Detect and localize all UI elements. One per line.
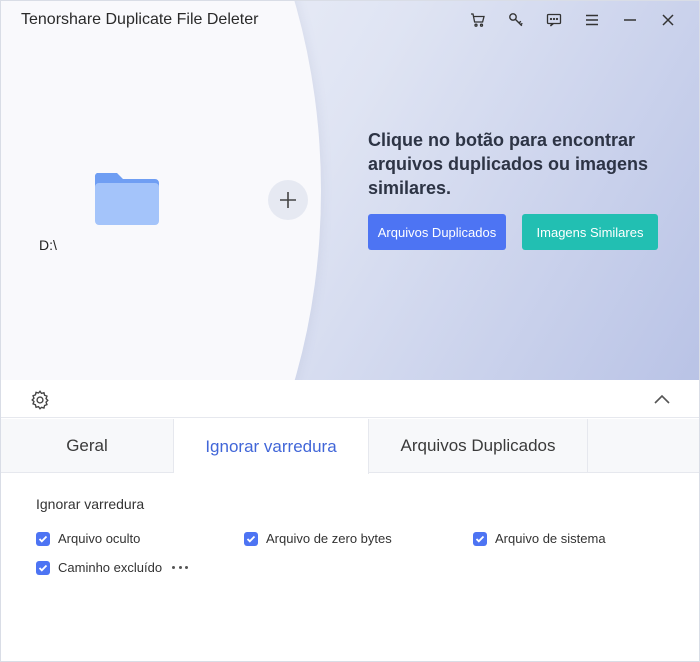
- duplicate-files-button[interactable]: Arquivos Duplicados: [368, 214, 506, 250]
- gear-icon[interactable]: [29, 389, 51, 411]
- option-hidden-file[interactable]: Arquivo oculto: [36, 531, 140, 546]
- feedback-icon[interactable]: [535, 9, 573, 31]
- checkbox-checked[interactable]: [244, 531, 258, 546]
- plus-icon: [280, 192, 296, 208]
- option-label: Arquivo de zero bytes: [266, 531, 392, 546]
- titlebar-controls: [459, 9, 687, 31]
- section-title: Ignorar varredura: [36, 496, 145, 512]
- tab-ignore-scan[interactable]: Ignorar varredura: [174, 419, 369, 474]
- option-label: Caminho excluído: [58, 560, 163, 575]
- option-system-file[interactable]: Arquivo de sistema: [473, 531, 606, 546]
- check-icon: [38, 564, 48, 572]
- folder-icon[interactable]: [93, 169, 161, 227]
- hero-headline: Clique no botão para encontrar arquivos …: [368, 130, 649, 198]
- option-excluded-path[interactable]: Caminho excluído: [36, 560, 189, 575]
- app-window: Tenorshare Duplicate File Deleter D:\ Cl…: [0, 0, 700, 662]
- minimize-icon[interactable]: [611, 9, 649, 31]
- hero-panel: Tenorshare Duplicate File Deleter D:\ Cl…: [1, 1, 699, 380]
- more-options-icon[interactable]: [172, 564, 189, 572]
- option-zero-byte-file[interactable]: Arquivo de zero bytes: [244, 531, 392, 546]
- chevron-up-icon[interactable]: [653, 392, 671, 406]
- drive-label: D:\: [39, 237, 57, 253]
- cart-icon[interactable]: [459, 9, 497, 31]
- checkbox-checked[interactable]: [36, 560, 50, 575]
- menu-icon[interactable]: [573, 9, 611, 31]
- app-title: Tenorshare Duplicate File Deleter: [21, 11, 259, 28]
- checkbox-checked[interactable]: [473, 531, 487, 546]
- check-icon: [475, 535, 485, 543]
- settings-tabs: Geral Ignorar varredura Arquivos Duplica…: [1, 419, 699, 474]
- key-icon[interactable]: [497, 9, 535, 31]
- option-label: Arquivo de sistema: [495, 531, 606, 546]
- tab-duplicate-files[interactable]: Arquivos Duplicados: [369, 419, 588, 473]
- check-icon: [38, 535, 48, 543]
- add-folder-button[interactable]: [268, 180, 308, 220]
- checkbox-checked[interactable]: [36, 531, 50, 546]
- check-icon: [246, 535, 256, 543]
- tab-general[interactable]: Geral: [1, 419, 174, 473]
- close-icon[interactable]: [649, 9, 687, 31]
- option-label: Arquivo oculto: [58, 531, 141, 546]
- settings-bar: [1, 380, 699, 418]
- similar-images-button[interactable]: Imagens Similares: [522, 214, 658, 250]
